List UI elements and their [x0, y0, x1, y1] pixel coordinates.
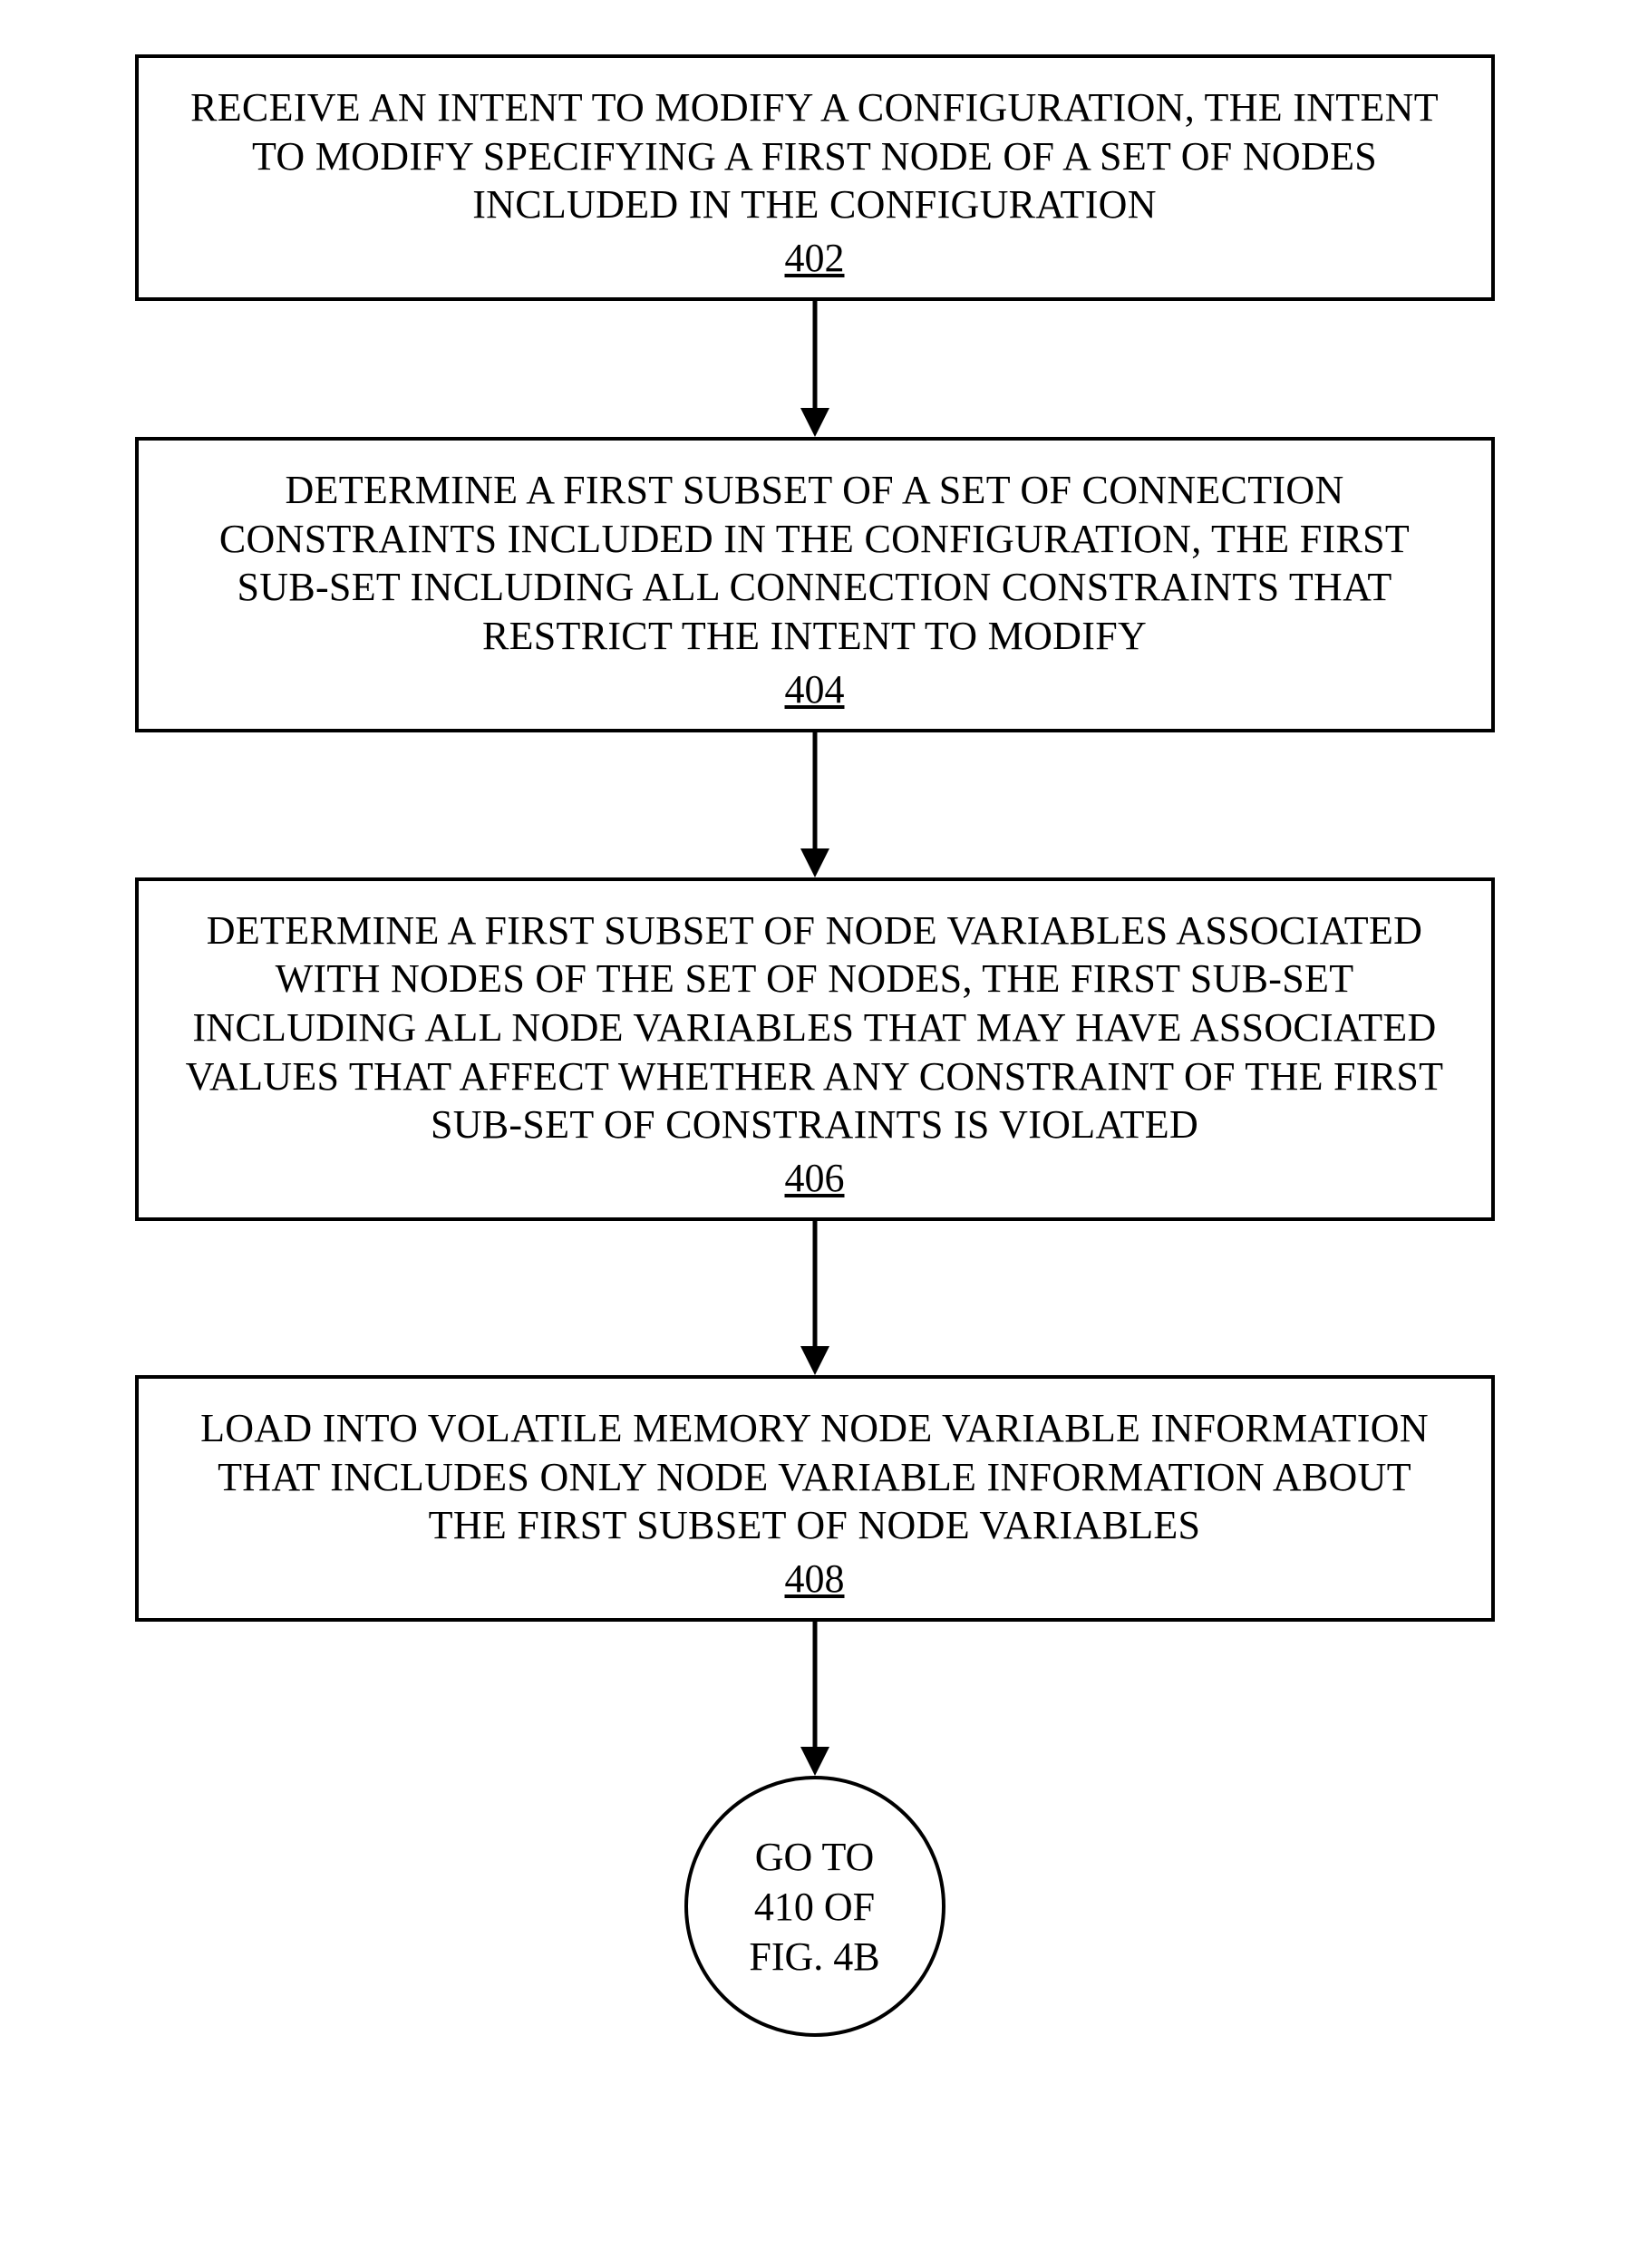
arrow-after-408	[797, 1622, 833, 1776]
step-408-box: LOAD INTO VOLATILE MEMORY NODE VARIABLE …	[135, 1375, 1495, 1622]
connector-line2: 410 OF	[754, 1885, 875, 1929]
connector-text: GO TO 410 OF FIG. 4B	[749, 1832, 879, 1982]
arrow-after-406	[797, 1221, 833, 1375]
step-408-number: 408	[785, 1556, 845, 1602]
connector-line3: FIG. 4B	[749, 1934, 879, 1979]
step-406-box: DETERMINE A FIRST SUBSET OF NODE VARIABL…	[135, 877, 1495, 1221]
step-404-number: 404	[785, 666, 845, 712]
step-402-text: RECEIVE AN INTENT TO MODIFY A CONFIGURAT…	[184, 83, 1446, 229]
step-406-number: 406	[785, 1155, 845, 1201]
connector-circle: GO TO 410 OF FIG. 4B	[684, 1776, 945, 2037]
step-402-box: RECEIVE AN INTENT TO MODIFY A CONFIGURAT…	[135, 54, 1495, 301]
step-408-text: LOAD INTO VOLATILE MEMORY NODE VARIABLE …	[184, 1404, 1446, 1550]
flowchart: RECEIVE AN INTENT TO MODIFY A CONFIGURAT…	[135, 54, 1495, 2037]
step-404-text: DETERMINE A FIRST SUBSET OF A SET OF CON…	[184, 466, 1446, 661]
connector-line1: GO TO	[755, 1835, 875, 1879]
step-406-text: DETERMINE A FIRST SUBSET OF NODE VARIABL…	[184, 906, 1446, 1149]
step-402-number: 402	[785, 235, 845, 281]
step-404-box: DETERMINE A FIRST SUBSET OF A SET OF CON…	[135, 437, 1495, 732]
arrow-after-404	[797, 732, 833, 877]
arrow-icon	[797, 732, 833, 877]
arrow-icon	[797, 1221, 833, 1375]
arrow-after-402	[797, 301, 833, 437]
arrow-icon	[797, 1622, 833, 1776]
arrow-icon	[797, 301, 833, 437]
